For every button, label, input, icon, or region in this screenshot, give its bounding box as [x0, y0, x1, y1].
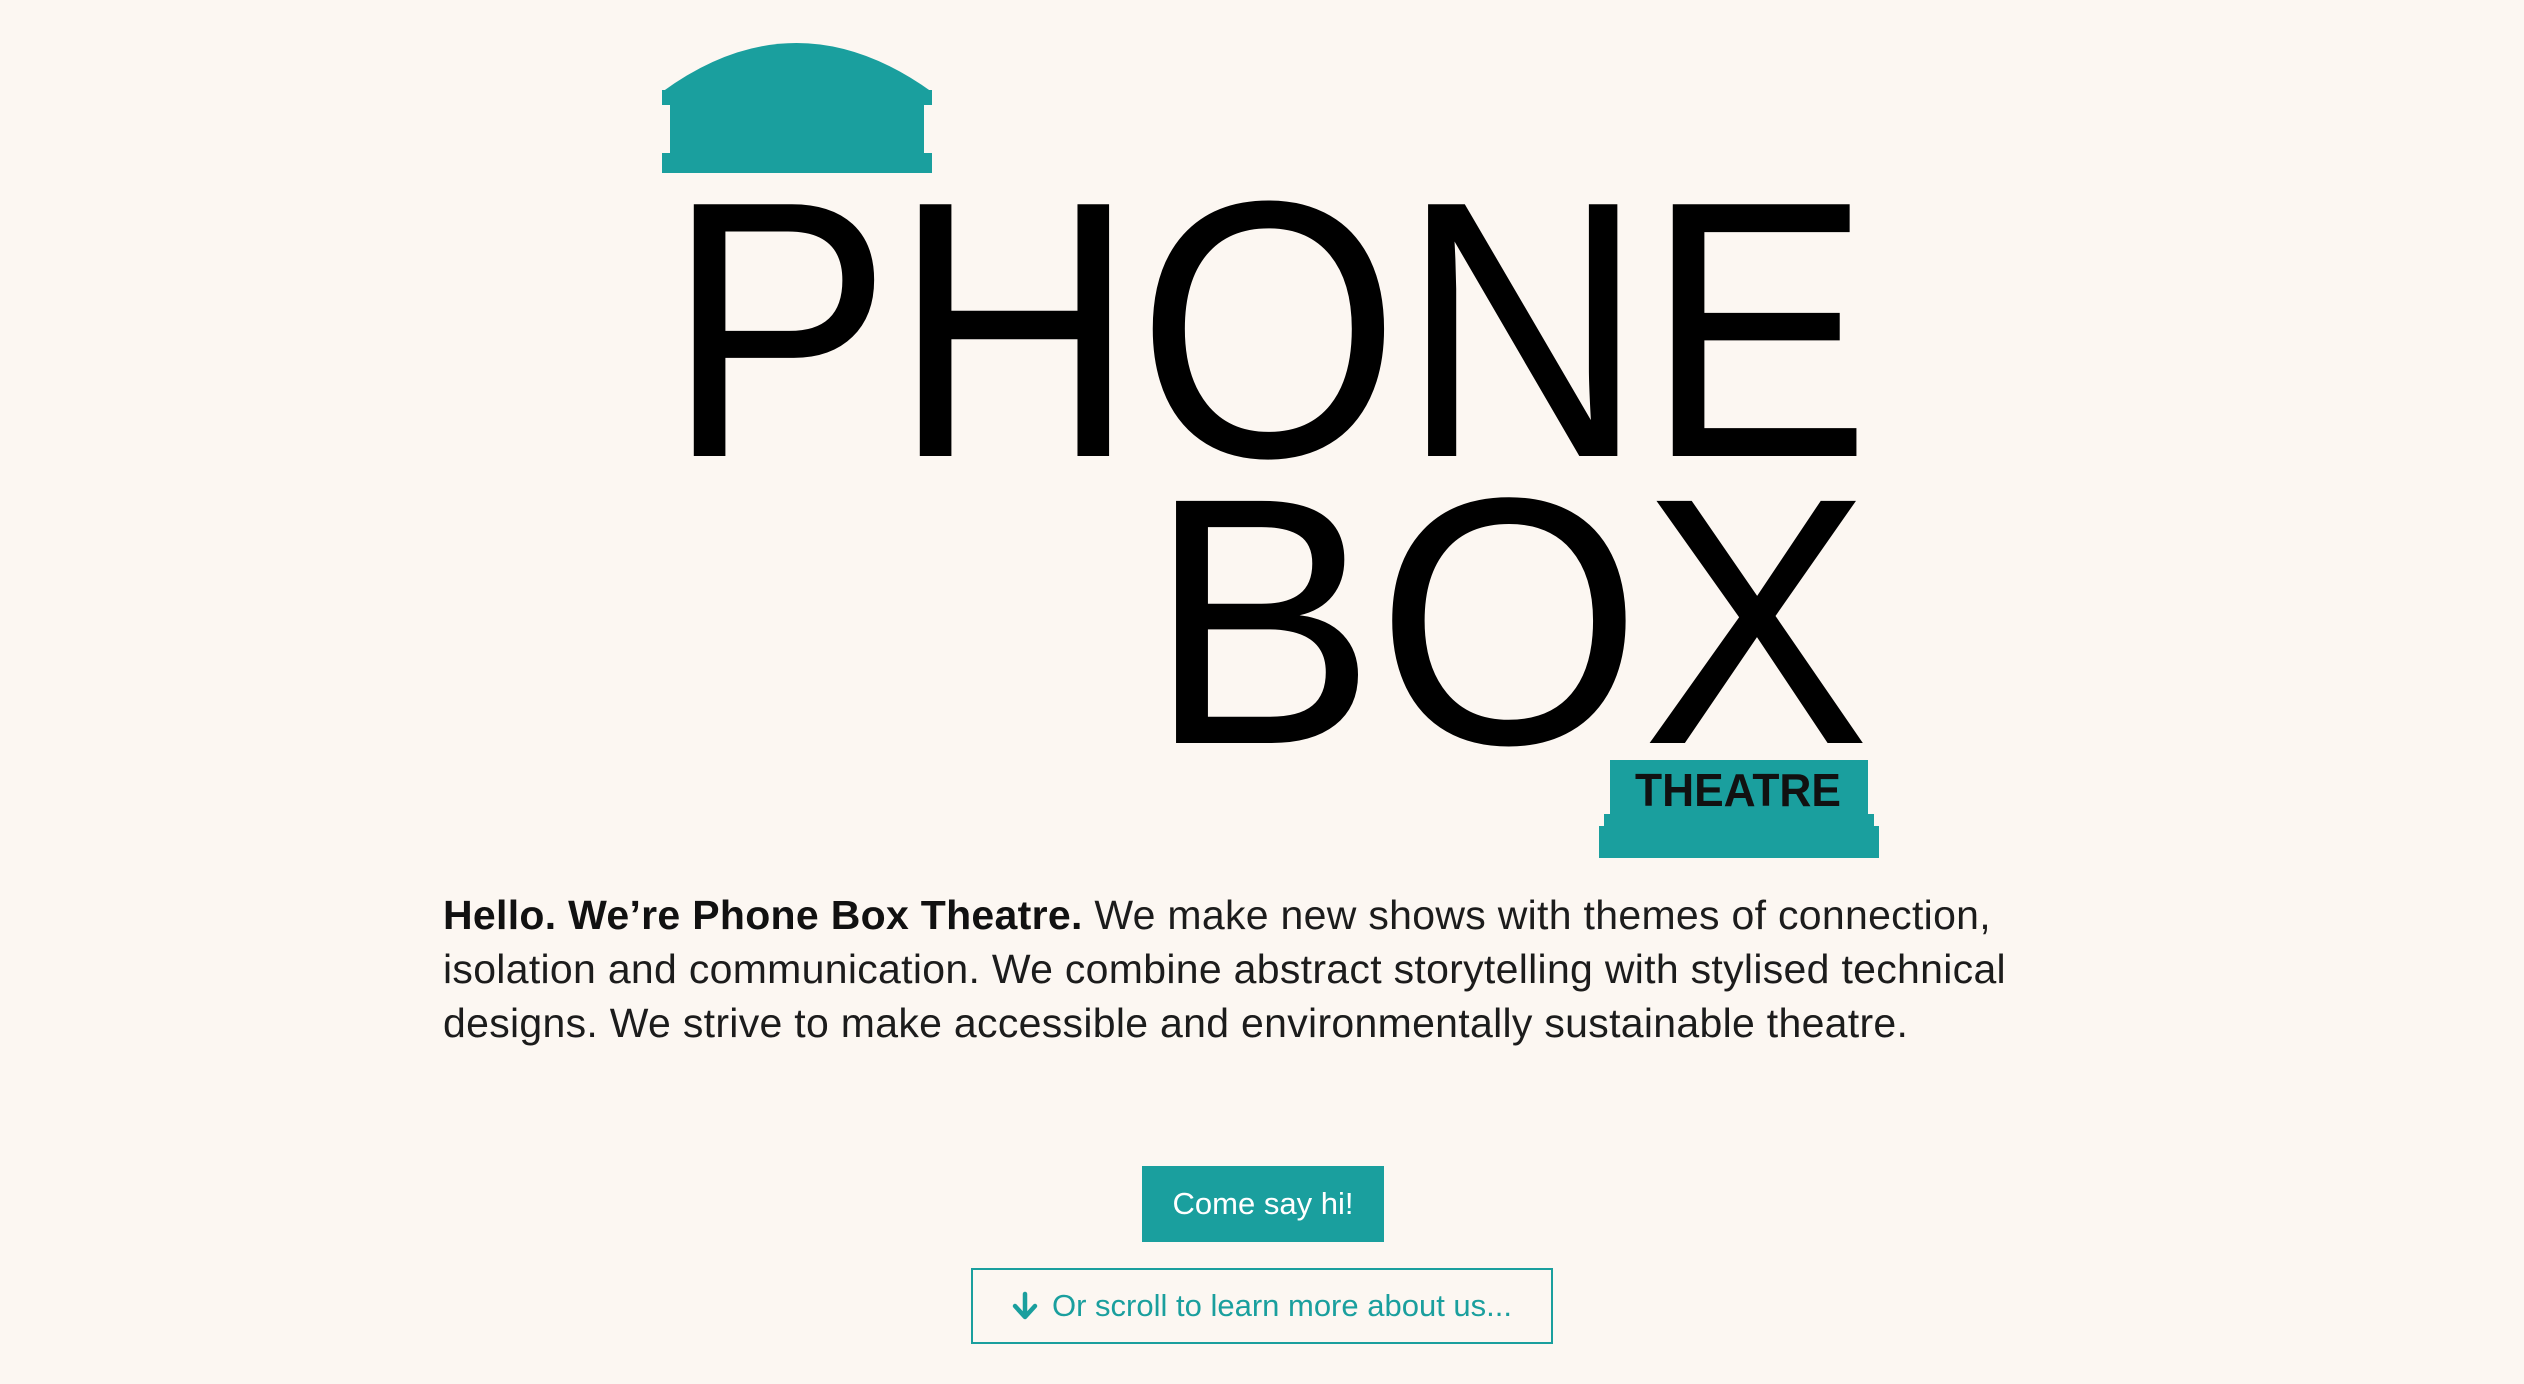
scroll-link-label: Or scroll to learn more about us... — [1051, 1288, 1513, 1323]
logo-word-box: BOX — [1148, 424, 1870, 818]
come-say-hi-button[interactable]: Come say hi! — [1142, 1166, 1384, 1242]
scroll-to-learn-more-link[interactable]: Or scroll to learn more about us... — [971, 1268, 1553, 1344]
intro-paragraph: Hello. We’re Phone Box Theatre. We make … — [443, 888, 2083, 1050]
intro-lead: Hello. We’re Phone Box Theatre. — [443, 892, 1083, 938]
logo-tagline-theatre: THEATRE — [1635, 764, 1841, 816]
phone-box-base: THEATRE — [1599, 760, 1879, 858]
arrow-down-icon — [1012, 1291, 1038, 1320]
phone-box-theatre-logo: PHONE BOX THEATRE — [662, 43, 1879, 858]
